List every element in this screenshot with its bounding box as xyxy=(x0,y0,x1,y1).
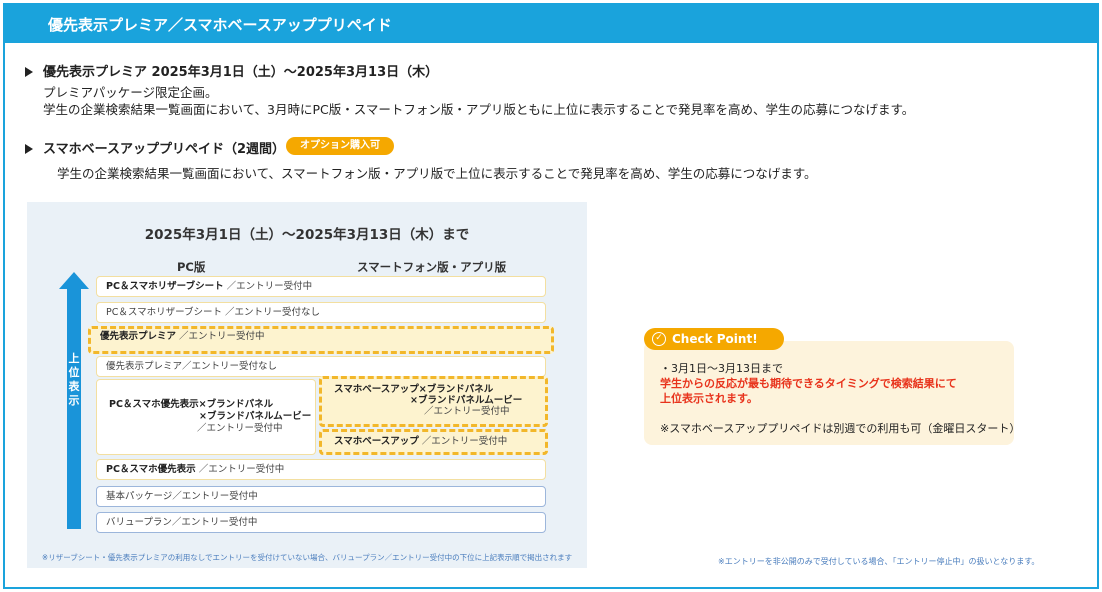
check-point-line4: ※スマホベースアッププリペイドは別週での利用も可（金曜日スタート） xyxy=(660,422,1021,435)
section2-heading: スマホベースアッププリペイド（2週間） xyxy=(25,138,285,157)
rank-row-line: スマホベースアップ×ブランドパネル xyxy=(334,384,494,395)
rank-row-highlight: スマホベースアップ ／エントリー受付中 xyxy=(319,429,548,455)
rank-row: 基本パッケージ／エントリー受付中 xyxy=(96,486,546,507)
section1-line1: プレミアパッケージ限定企画。 xyxy=(43,85,218,100)
rank-row-line: ×ブランドパネルムービー xyxy=(410,395,523,406)
check-circle-icon: ✓ xyxy=(652,332,666,346)
check-point-line2: 学生からの反応が最も期待できるタイミングで検索結果にて xyxy=(660,377,957,390)
rank-row-line: ×ブランドパネルムービー xyxy=(199,411,312,422)
section1-heading: 優先表示プレミア 2025年3月1日（土）～2025年3月13日（木） xyxy=(25,61,438,80)
section2-heading-text: スマホベースアッププリペイド（2週間） xyxy=(43,142,286,157)
rank-row-line: PC＆スマホ優先表示×ブランドパネル xyxy=(109,399,274,410)
column-label-smartphone: スマートフォン版・アプリ版 xyxy=(357,260,507,274)
option-badge: オプション購入可 xyxy=(286,137,394,155)
rank-row-pc-brand: PC＆スマホ優先表示×ブランドパネル ×ブランドパネルムービー ／エントリー受付… xyxy=(96,379,316,455)
rank-row: 優先表示プレミア／エントリー受付なし xyxy=(96,356,546,377)
column-label-pc: PC版 xyxy=(177,260,206,274)
rank-row-rest: ／エントリー受付中 xyxy=(198,464,285,475)
display-order-diagram: 2025年3月1日（土）～2025年3月13日（木）まで PC版 スマートフォン… xyxy=(27,202,587,568)
up-arrow-icon xyxy=(59,272,89,289)
check-point-line3: 上位表示されます。 xyxy=(660,392,758,405)
header-bar: 優先表示プレミア／スマホベースアッププリペイド xyxy=(5,5,1097,43)
check-point-line1: ・3月1日～3月13日まで xyxy=(660,362,783,375)
rank-row-highlight: スマホベースアップ×ブランドパネル ×ブランドパネルムービー ／エントリー受付中 xyxy=(319,376,548,427)
rank-row-bold: スマホベースアップ xyxy=(334,436,419,447)
section1-line2: 学生の企業検索結果一覧画面において、3月時にPC版・スマートフォン版・アプリ版と… xyxy=(43,102,915,117)
rank-row-bold: PC＆スマホ優先表示 xyxy=(106,464,196,475)
rank-row-rest: ／エントリー受付中 xyxy=(226,281,313,292)
rank-row-bold: PC＆スマホリザーブシート xyxy=(106,281,224,292)
up-arrow-shaft xyxy=(67,288,81,529)
rank-row-line: ／エントリー受付中 xyxy=(197,423,283,434)
rank-row-rest: ／エントリー受付中 xyxy=(179,331,265,342)
rank-row: PC＆スマホリザーブシート ／エントリー受付中 xyxy=(96,276,546,297)
triangle-bullet-icon xyxy=(25,66,33,77)
rank-row-bold: 優先表示プレミア xyxy=(100,331,177,342)
rank-row-highlight: 優先表示プレミア ／エントリー受付中 xyxy=(88,326,554,354)
page-title: 優先表示プレミア／スマホベースアッププリペイド xyxy=(48,16,392,34)
triangle-bullet-icon xyxy=(25,143,33,154)
arrow-label: 上位表示 xyxy=(68,352,80,407)
rank-row: PC＆スマホ優先表示 ／エントリー受付中 xyxy=(96,459,546,480)
section1-heading-text: 優先表示プレミア 2025年3月1日（土）～2025年3月13日（木） xyxy=(43,65,439,80)
rank-row-line: ／エントリー受付中 xyxy=(424,406,510,417)
rank-row: PC＆スマホリザーブシート ／エントリー受付なし xyxy=(96,302,546,323)
section2-line1: 学生の企業検索結果一覧画面において、スマートフォン版・アプリ版で上位に表示するこ… xyxy=(57,166,817,181)
footnote: ※エントリーを非公開のみで受付している場合、「エントリー停止中」の扱いとなります… xyxy=(718,557,1040,566)
rank-row-rest: ／エントリー受付中 xyxy=(421,436,508,447)
diagram-note: ※リザーブシート・優先表示プレミアの利用なしでエントリーを受付けていない場合、バ… xyxy=(41,553,573,562)
rank-row: バリュープラン／エントリー受付中 xyxy=(96,512,546,533)
diagram-title: 2025年3月1日（土）～2025年3月13日（木）まで xyxy=(144,227,470,243)
